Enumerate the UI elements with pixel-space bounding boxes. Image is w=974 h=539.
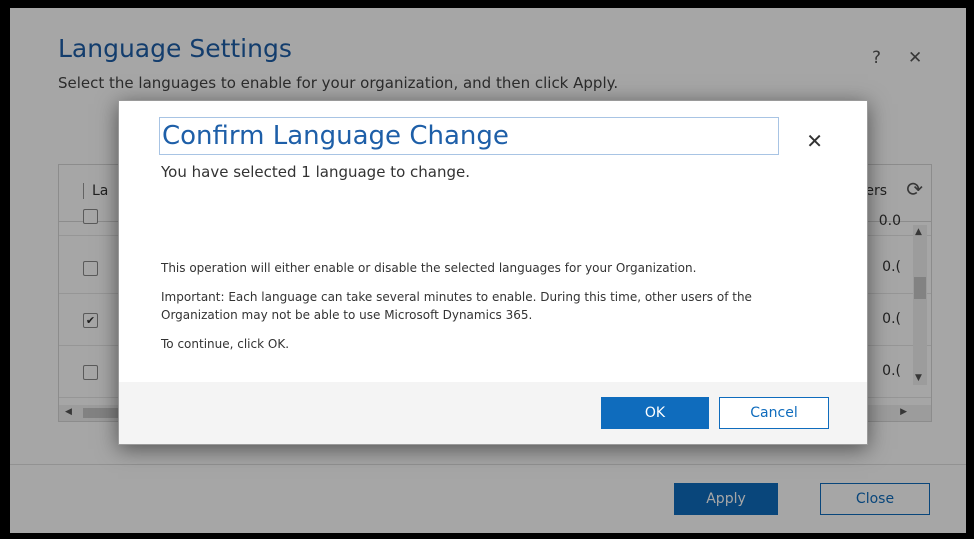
- dialog-instruction: To continue, click OK.: [161, 337, 290, 351]
- dialog-message: This operation will either enable or dis…: [161, 261, 697, 275]
- dialog-title: Confirm Language Change: [159, 117, 779, 155]
- confirm-language-change-dialog: Confirm Language Change ✕ You have selec…: [118, 100, 868, 445]
- ok-button[interactable]: OK: [601, 397, 709, 429]
- dialog-body: This operation will either enable or dis…: [161, 259, 821, 364]
- cancel-button[interactable]: Cancel: [719, 397, 829, 429]
- dialog-footer: OK Cancel: [119, 382, 867, 444]
- dialog-subtitle: You have selected 1 language to change.: [161, 163, 470, 181]
- dialog-close-icon[interactable]: ✕: [806, 129, 823, 153]
- dialog-warning: Important: Each language can take severa…: [161, 290, 752, 322]
